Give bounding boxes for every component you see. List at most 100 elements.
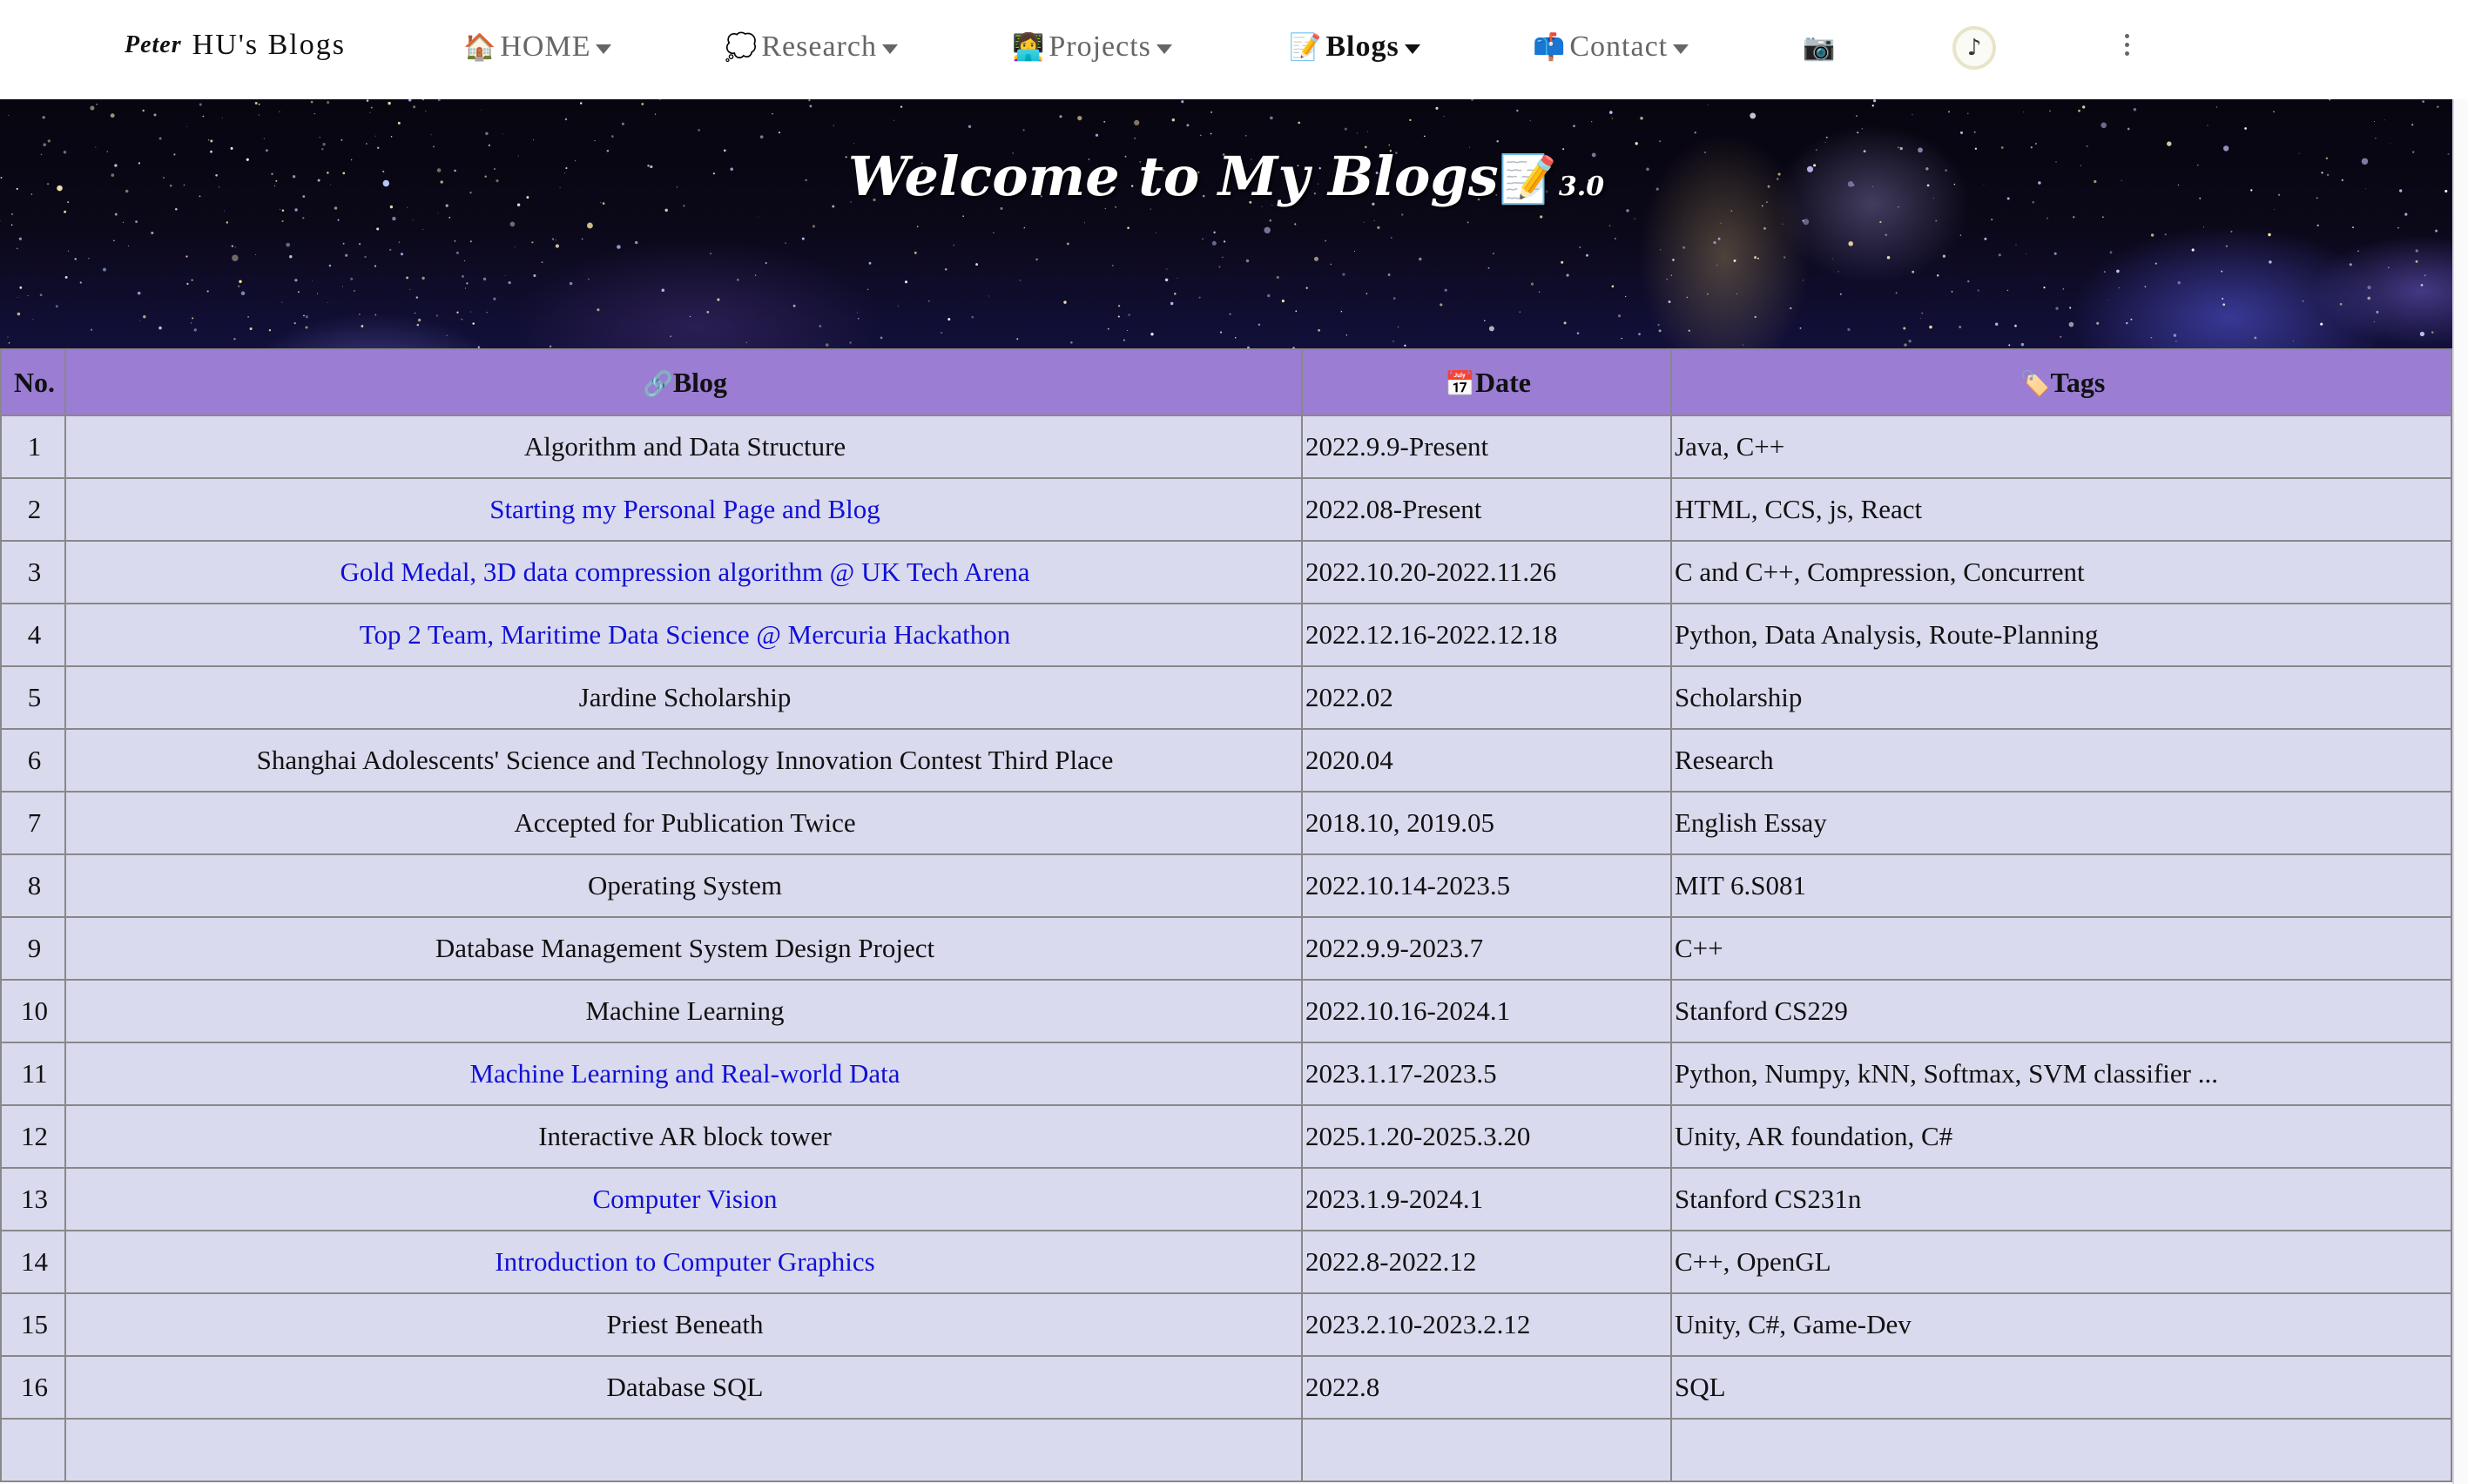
nav-blogs-label: Blogs	[1325, 30, 1399, 63]
row-blog-cell: Interactive AR block tower	[64, 1104, 1303, 1169]
row-blog-cell: Starting my Personal Page and Blog	[64, 477, 1303, 542]
blog-title: Machine Learning	[585, 995, 785, 1026]
dot-icon	[2124, 33, 2129, 38]
site-brand[interactable]: Peter HU's Blogs	[125, 21, 346, 70]
row-tags: MIT 6.S081	[1670, 853, 2452, 918]
row-blog-cell: Priest Beneath	[64, 1292, 1303, 1357]
more-options-button[interactable]	[2116, 23, 2137, 66]
row-number: 4	[0, 603, 66, 667]
blog-link[interactable]: Starting my Personal Page and Blog	[489, 494, 880, 524]
blog-link[interactable]: Gold Medal, 3D data compression algorith…	[340, 556, 1029, 587]
blog-title: Priest Beneath	[606, 1309, 764, 1339]
table-row: 16 Database SQL 2022.8 SQL	[0, 1355, 2452, 1420]
caret-down-icon	[881, 44, 898, 54]
row-date: 2022.10.14-2023.5	[1301, 853, 1672, 918]
row-blog-cell: Algorithm and Data Structure	[64, 415, 1303, 479]
header-tags-label: Tags	[2050, 366, 2106, 398]
row-date: 2018.10, 2019.05	[1301, 791, 1672, 855]
link-icon: 🔗	[642, 368, 673, 398]
row-tags: English Essay	[1670, 791, 2452, 855]
nav-projects[interactable]: 👩‍💻 Projects	[1012, 23, 1172, 71]
table-row: 6 Shanghai Adolescents' Science and Techn…	[0, 728, 2452, 793]
row-date: 2022.10.20-2022.11.26	[1301, 540, 1672, 604]
table-row: 15 Priest Beneath 2023.2.10-2023.2.12 Unity…	[0, 1292, 2452, 1357]
blog-link[interactable]: Machine Learning and Real-world Data	[469, 1058, 900, 1089]
table-row: 4 Top 2 Team, Maritime Data Science @ Mer…	[0, 603, 2452, 667]
header-tags: 🏷️Tags	[1670, 348, 2452, 416]
table-row: 10 Machine Learning 2022.10.16-2024.1 Stanf…	[0, 979, 2452, 1043]
tag-icon: 🏷️	[2020, 368, 2051, 398]
memo-icon: 📝	[1498, 152, 1557, 206]
row-number: 13	[0, 1167, 66, 1231]
row-number: 12	[0, 1104, 66, 1169]
banner-version: 3.0	[1558, 172, 1605, 202]
row-tags: Stanford CS231n	[1670, 1167, 2452, 1231]
blog-link[interactable]: Top 2 Team, Maritime Data Science @ Merc…	[360, 619, 1011, 650]
nav-camera[interactable]: 📷	[1803, 23, 1839, 71]
row-number: 2	[0, 477, 66, 542]
row-number: 6	[0, 728, 66, 793]
row-blog-cell: Top 2 Team, Maritime Data Science @ Merc…	[64, 603, 1303, 667]
row-tags: C++, OpenGL	[1670, 1230, 2452, 1294]
top-nav-bar: Peter HU's Blogs 🏠 HOME 💭 Research 👩‍💻 P…	[0, 0, 2468, 99]
table-row: 1 Algorithm and Data Structure 2022.9.9-Pr…	[0, 415, 2452, 479]
header-blog: 🔗Blog	[64, 348, 1303, 416]
blog-title: Jardine Scholarship	[578, 682, 792, 712]
row-tags: SQL	[1670, 1355, 2452, 1420]
row-blog-cell: Computer Vision	[64, 1167, 1303, 1231]
header-date: 📅Date	[1301, 348, 1672, 416]
banner-title-text: Welcome to My Blogs	[847, 145, 1499, 208]
thought-bubble-icon: 💭	[725, 31, 759, 63]
row-tags: Python, Data Analysis, Route-Planning	[1670, 603, 2452, 667]
house-icon: 🏠	[463, 31, 497, 63]
header-blog-label: Blog	[672, 366, 728, 398]
row-blog-cell: Gold Medal, 3D data compression algorith…	[64, 540, 1303, 604]
blog-title: Interactive AR block tower	[538, 1121, 832, 1151]
nav-projects-label: Projects	[1049, 30, 1151, 63]
header-no: No.	[0, 348, 66, 416]
row-date: 2022.9.9-Present	[1301, 415, 1672, 479]
row-date: 2022.8-2022.12	[1301, 1230, 1672, 1294]
row-date: 2025.1.20-2025.3.20	[1301, 1104, 1672, 1169]
row-number: 16	[0, 1355, 66, 1420]
row-blog-cell: Database Management System Design Projec…	[64, 916, 1303, 981]
row-number: 5	[0, 665, 66, 730]
row-number: 8	[0, 853, 66, 918]
row-number: 15	[0, 1292, 66, 1357]
table-row: 14 Introduction to Computer Graphics 2022.…	[0, 1230, 2452, 1294]
table-row: 7 Accepted for Publication Twice 2018.10, …	[0, 791, 2452, 855]
row-number: 3	[0, 540, 66, 604]
calendar-icon: 📅	[1445, 368, 1475, 398]
row-number: 7	[0, 791, 66, 855]
nav-home[interactable]: 🏠 HOME	[463, 23, 612, 71]
row-tags	[1670, 1418, 2452, 1482]
row-tags: Scholarship	[1670, 665, 2452, 730]
blog-link[interactable]: Introduction to Computer Graphics	[495, 1246, 875, 1277]
nav-research[interactable]: 💭 Research	[725, 23, 898, 71]
nav-contact[interactable]: 📫 Contact	[1533, 23, 1689, 71]
banner-title: Welcome to My Blogs📝3.0	[0, 145, 2452, 208]
nav-blogs[interactable]: 📝 Blogs	[1289, 23, 1420, 71]
row-blog-cell	[64, 1418, 1303, 1482]
row-date: 2023.1.9-2024.1	[1301, 1167, 1672, 1231]
row-blog-cell: Operating System	[64, 853, 1303, 918]
row-tags: Python, Numpy, kNN, Softmax, SVM classif…	[1670, 1042, 2452, 1106]
table-row: 11 Machine Learning and Real-world Data 20…	[0, 1042, 2452, 1106]
music-toggle-button[interactable]: ♪	[1952, 26, 1996, 70]
row-blog-cell: Accepted for Publication Twice	[64, 791, 1303, 855]
blog-link[interactable]: Computer Vision	[593, 1184, 778, 1214]
row-date	[1301, 1418, 1672, 1482]
table-row: 12 Interactive AR block tower 2025.1.20-20…	[0, 1104, 2452, 1169]
row-date: 2022.08-Present	[1301, 477, 1672, 542]
table-body: 1 Algorithm and Data Structure 2022.9.9-Pr…	[0, 415, 2452, 1482]
hero-banner: Welcome to My Blogs📝3.0	[0, 99, 2452, 348]
row-number: 10	[0, 979, 66, 1043]
mailbox-icon: 📫	[1533, 31, 1567, 63]
page-scrollbar[interactable]	[2452, 99, 2468, 1484]
row-date: 2022.10.16-2024.1	[1301, 979, 1672, 1043]
table-row: 13 Computer Vision 2023.1.9-2024.1 Stanford…	[0, 1167, 2452, 1231]
blog-table: No. 🔗Blog 📅Date 🏷️Tags 1 Algorithm and Da…	[0, 348, 2452, 1482]
caret-down-icon	[1404, 44, 1420, 54]
row-tags: Unity, C#, Game-Dev	[1670, 1292, 2452, 1357]
row-blog-cell: Jardine Scholarship	[64, 665, 1303, 730]
